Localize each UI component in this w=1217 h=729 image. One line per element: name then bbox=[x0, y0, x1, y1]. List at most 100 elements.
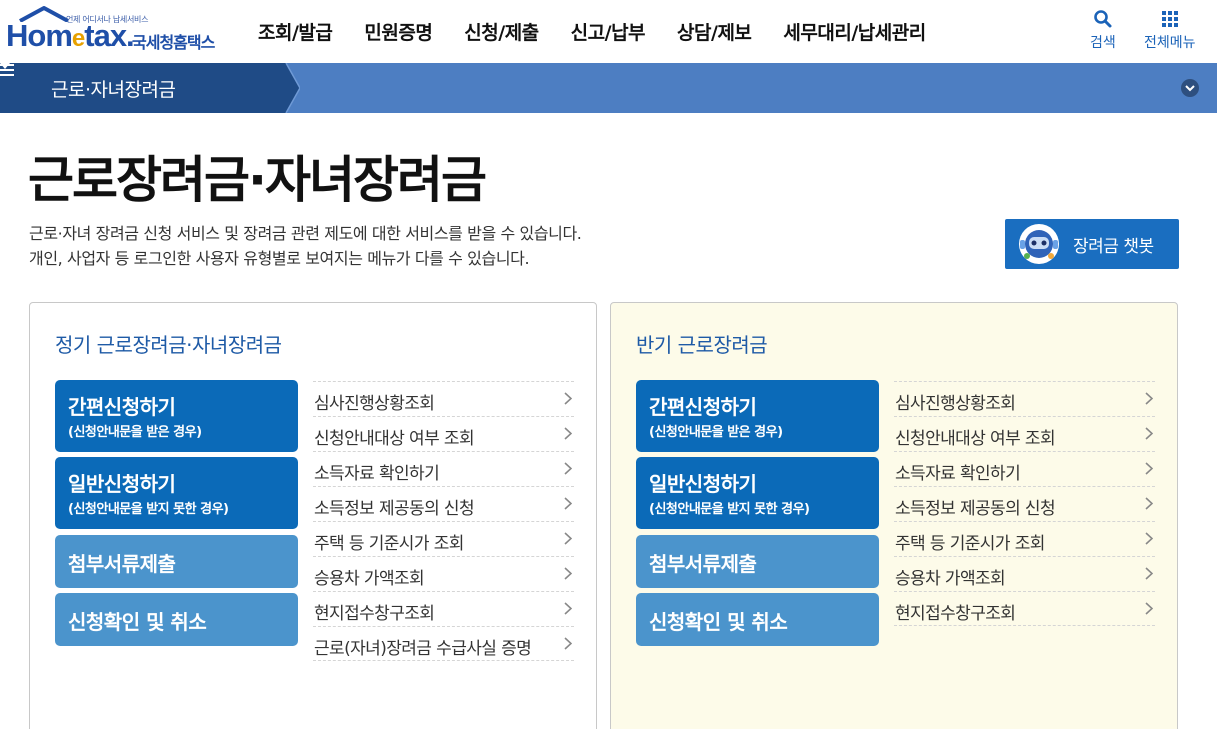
chatbot-robot-icon bbox=[1019, 224, 1059, 264]
button-sub-label: (신청안내문을 받지 못한 경우) bbox=[68, 502, 229, 517]
header: 언제 어디서나 납세서비스 Hometax. 국세청홈택스 조회/발급 민원증명… bbox=[0, 0, 1217, 63]
button-main-label: 일반신청하기 bbox=[68, 472, 176, 496]
global-nav: 조회/발급 민원증명 신청/제출 신고/납부 상담/제보 세무대리/납세관리 bbox=[258, 18, 958, 45]
collapse-toggle-button[interactable] bbox=[1181, 79, 1199, 97]
page-description: 근로·자녀 장려금 신청 서비스 및 장려금 관련 제도에 대한 서비스를 받을… bbox=[29, 221, 582, 271]
link-label: 현지접수창구조회 bbox=[895, 604, 1016, 624]
button-sub-label: (신청안내문을 받은 경우) bbox=[649, 425, 783, 440]
chevron-right-icon bbox=[1145, 602, 1153, 615]
gnb-item-certificate[interactable]: 민원증명 bbox=[364, 18, 432, 45]
link-income-data[interactable]: 소득자료 확인하기 bbox=[894, 451, 1155, 486]
logo-brand-e: e bbox=[71, 25, 85, 52]
chevron-right-icon bbox=[1145, 392, 1153, 405]
confirm-cancel-button[interactable]: 신청확인 및 취소 bbox=[636, 593, 879, 646]
chevron-right-icon bbox=[564, 462, 572, 475]
chevron-right-icon bbox=[1145, 462, 1153, 475]
link-label: 신청안내대상 여부 조회 bbox=[314, 429, 475, 449]
link-receipt-certificate[interactable]: 근로(자녀)장려금 수급사실 증명 bbox=[313, 626, 574, 661]
search-button[interactable]: 검색 bbox=[1090, 6, 1116, 52]
logo-brand-b: tax. bbox=[84, 18, 134, 53]
hometax-logo[interactable]: 언제 어디서나 납세서비스 Hometax. 국세청홈택스 bbox=[4, 4, 234, 58]
button-main-label: 간편신청하기 bbox=[649, 395, 757, 419]
link-label: 소득정보 제공동의 신청 bbox=[314, 499, 475, 519]
panel-title: 반기 근로장려금 bbox=[636, 333, 768, 357]
regular-incentive-panel: 정기 근로장려금·자녀장려금 간편신청하기 (신청안내문을 받은 경우) 일반신… bbox=[29, 302, 597, 729]
general-apply-button[interactable]: 일반신청하기 (신청안내문을 받지 못한 경우) bbox=[55, 457, 298, 529]
chevron-right-icon bbox=[564, 567, 572, 580]
chevron-right-icon bbox=[564, 637, 572, 650]
attach-documents-button[interactable]: 첨부서류제출 bbox=[55, 535, 298, 588]
gnb-item-inquiry[interactable]: 조회/발급 bbox=[258, 18, 333, 45]
simple-apply-button[interactable]: 간편신청하기 (신청안내문을 받은 경우) bbox=[636, 380, 879, 452]
link-housing-price[interactable]: 주택 등 기준시가 조회 bbox=[894, 521, 1155, 556]
link-income-consent[interactable]: 소득정보 제공동의 신청 bbox=[313, 486, 574, 521]
chevron-right-icon bbox=[564, 392, 572, 405]
description-line-1: 근로·자녀 장려금 신청 서비스 및 장려금 관련 제도에 대한 서비스를 받을… bbox=[29, 224, 582, 243]
link-label: 신청안내대상 여부 조회 bbox=[895, 429, 1056, 449]
link-label: 심사진행상황조회 bbox=[314, 394, 435, 414]
link-label: 승용차 가액조회 bbox=[314, 569, 425, 589]
link-local-counter[interactable]: 현지접수창구조회 bbox=[894, 591, 1155, 626]
all-menu-label: 전체메뉴 bbox=[1144, 35, 1196, 51]
button-main-label: 간편신청하기 bbox=[68, 395, 176, 419]
chatbot-button[interactable]: 장려금 챗봇 bbox=[1005, 219, 1179, 269]
button-main-label: 첨부서류제출 bbox=[68, 552, 176, 576]
link-list: 심사진행상황조회 신청안내대상 여부 조회 소득자료 확인하기 소득정보 제공동… bbox=[313, 381, 574, 661]
link-income-consent[interactable]: 소득정보 제공동의 신청 bbox=[894, 486, 1155, 521]
link-housing-price[interactable]: 주택 등 기준시가 조회 bbox=[313, 521, 574, 556]
button-main-label: 신청확인 및 취소 bbox=[68, 610, 207, 634]
link-label: 승용차 가액조회 bbox=[895, 569, 1006, 589]
gnb-item-filing[interactable]: 신고/납부 bbox=[571, 18, 646, 45]
link-label: 소득자료 확인하기 bbox=[895, 464, 1021, 484]
button-sub-label: (신청안내문을 받지 못한 경우) bbox=[649, 502, 810, 517]
chevron-right-icon bbox=[1145, 497, 1153, 510]
link-eligibility-check[interactable]: 신청안내대상 여부 조회 bbox=[894, 416, 1155, 451]
chatbot-label: 장려금 챗봇 bbox=[1073, 236, 1154, 257]
general-apply-button[interactable]: 일반신청하기 (신청안내문을 받지 못한 경우) bbox=[636, 457, 879, 529]
logo-brand: Hometax. bbox=[6, 18, 135, 54]
breadcrumb-dropdown[interactable]: 근로·자녀장려금 bbox=[0, 63, 300, 113]
link-label: 주택 등 기준시가 조회 bbox=[314, 534, 464, 554]
chevron-right-icon bbox=[1145, 427, 1153, 440]
link-label: 주택 등 기준시가 조회 bbox=[895, 534, 1045, 554]
gnb-item-agent[interactable]: 세무대리/납세관리 bbox=[783, 18, 926, 45]
link-eligibility-check[interactable]: 신청안내대상 여부 조회 bbox=[313, 416, 574, 451]
grid-icon bbox=[1161, 6, 1179, 32]
semiannual-incentive-panel: 반기 근로장려금 간편신청하기 (신청안내문을 받은 경우) 일반신청하기 (신… bbox=[610, 302, 1178, 729]
panel-title: 정기 근로장려금·자녀장려금 bbox=[55, 333, 282, 357]
chevron-right-icon bbox=[564, 602, 572, 615]
chevron-right-icon bbox=[564, 497, 572, 510]
link-review-status[interactable]: 심사진행상황조회 bbox=[894, 381, 1155, 416]
link-label: 근로(자녀)장려금 수급사실 증명 bbox=[314, 639, 532, 659]
link-local-counter[interactable]: 현지접수창구조회 bbox=[313, 591, 574, 626]
chevron-right-icon bbox=[564, 427, 572, 440]
gnb-item-consult[interactable]: 상담/제보 bbox=[677, 18, 752, 45]
caret-down-icon bbox=[0, 63, 10, 69]
chevron-right-icon bbox=[1145, 532, 1153, 545]
link-car-value[interactable]: 승용차 가액조회 bbox=[894, 556, 1155, 591]
button-main-label: 첨부서류제출 bbox=[649, 552, 757, 576]
description-line-2: 개인, 사업자 등 로그인한 사용자 유형별로 보여지는 메뉴가 다를 수 있습… bbox=[29, 249, 530, 268]
chevron-right-icon bbox=[1145, 567, 1153, 580]
logo-brand-a: Hom bbox=[6, 18, 73, 53]
page-title: 근로장려금·자녀장려금 bbox=[28, 151, 487, 209]
button-sub-label: (신청안내문을 받은 경우) bbox=[68, 425, 202, 440]
button-main-label: 일반신청하기 bbox=[649, 472, 757, 496]
sub-navigation-bar: 근로·자녀장려금 bbox=[0, 63, 1217, 113]
link-label: 소득자료 확인하기 bbox=[314, 464, 440, 484]
chevron-down-icon bbox=[1185, 84, 1195, 91]
link-car-value[interactable]: 승용차 가액조회 bbox=[313, 556, 574, 591]
attach-documents-button[interactable]: 첨부서류제출 bbox=[636, 535, 879, 588]
link-review-status[interactable]: 심사진행상황조회 bbox=[313, 381, 574, 416]
confirm-cancel-button[interactable]: 신청확인 및 취소 bbox=[55, 593, 298, 646]
simple-apply-button[interactable]: 간편신청하기 (신청안내문을 받은 경우) bbox=[55, 380, 298, 452]
all-menu-button[interactable]: 전체메뉴 bbox=[1144, 6, 1196, 52]
gnb-item-application[interactable]: 신청/제출 bbox=[464, 18, 539, 45]
search-label: 검색 bbox=[1090, 35, 1116, 51]
link-label: 심사진행상황조회 bbox=[895, 394, 1016, 414]
breadcrumb-label: 근로·자녀장려금 bbox=[51, 79, 176, 101]
button-main-label: 신청확인 및 취소 bbox=[649, 610, 788, 634]
link-label: 소득정보 제공동의 신청 bbox=[895, 499, 1056, 519]
link-income-data[interactable]: 소득자료 확인하기 bbox=[313, 451, 574, 486]
search-icon bbox=[1093, 6, 1113, 32]
